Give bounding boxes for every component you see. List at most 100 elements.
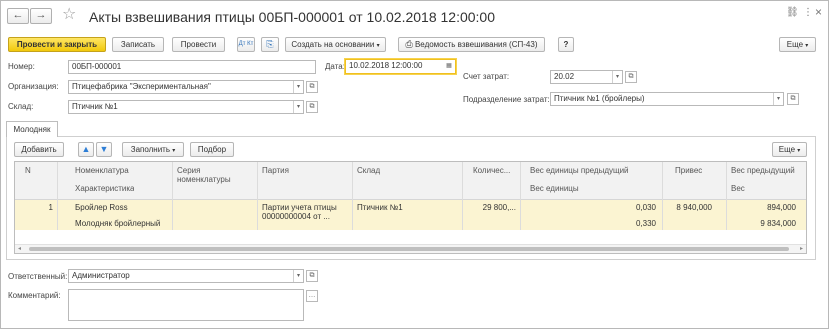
young-stock-table[interactable]: N Номенклатура Характеристика Серия номе… (14, 161, 807, 254)
header-unit-weight-prev[interactable]: Вес единицы предыдущий (530, 166, 629, 175)
close-icon[interactable]: × (815, 5, 822, 19)
horizontal-scrollbar[interactable]: ◂ ▸ (15, 244, 806, 253)
link-icon[interactable]: ⛓ (786, 7, 799, 18)
cost-account-label: Счет затрат: (463, 72, 510, 81)
cost-department-field[interactable]: Птичник №1 (бройлеры) ▾ (550, 92, 784, 106)
header-characteristic[interactable]: Характеристика (75, 184, 134, 193)
header-unit-weight[interactable]: Вес единицы (530, 184, 579, 193)
column-divider (352, 162, 353, 230)
cell-unit-weight-prev: 0,030 (635, 203, 656, 212)
header-warehouse[interactable]: Склад (357, 166, 380, 175)
favorite-star-icon[interactable]: ☆ (62, 5, 76, 25)
page-title: Акты взвешивания птицы 00БП-000001 от 10… (89, 9, 495, 25)
arrow-down-icon[interactable]: ▼ (96, 142, 112, 157)
printer-icon: ⎙ (405, 39, 413, 49)
select-button[interactable]: Подбор (190, 142, 234, 157)
organization-label: Организация: (8, 82, 59, 91)
column-divider (257, 162, 258, 230)
column-divider (57, 162, 58, 230)
cell-weight: 9 834,000 (760, 219, 796, 228)
fill-label: Заполнить (130, 145, 171, 154)
help-button[interactable]: ? (558, 37, 574, 52)
warehouse-label: Склад: (8, 102, 34, 111)
header-batch[interactable]: Партия (262, 166, 289, 175)
header-weight[interactable]: Вес (731, 184, 745, 193)
cell-batch: Партии учета птицы 00000000004 от ... (262, 203, 337, 221)
responsible-label: Ответственный: (8, 272, 68, 281)
arrow-right-icon: → (35, 9, 47, 21)
forward-button[interactable]: → (30, 8, 52, 24)
comment-field[interactable] (68, 289, 304, 321)
warehouse-field[interactable]: Птичник №1 ▾ (68, 100, 304, 114)
more-label: Еще (778, 145, 796, 154)
arrow-up-icon[interactable]: ▲ (78, 142, 94, 157)
chevron-down-icon[interactable]: ▾ (612, 71, 622, 83)
responsible-field[interactable]: Администратор ▾ (68, 269, 304, 283)
save-button[interactable]: Записать (112, 37, 164, 52)
header-quantity[interactable]: Количес... (473, 166, 510, 175)
chevron-down-icon: ▾ (172, 148, 176, 154)
chevron-down-icon[interactable]: ▾ (293, 101, 303, 113)
chevron-down-icon: ▾ (805, 43, 809, 49)
scroll-right-icon[interactable]: ▸ (800, 245, 803, 252)
number-label: Номер: (8, 62, 35, 71)
date-value: 10.02.2018 12:00:00 (349, 61, 423, 70)
more-actions-icon[interactable]: ⋮ (803, 7, 813, 18)
cell-gain: 8 940,000 (676, 203, 712, 212)
post-button[interactable]: Провести (172, 37, 225, 52)
organization-value: Птицефабрика "Экспериментальная" (72, 82, 211, 91)
number-field[interactable]: 00БП-000001 (68, 60, 316, 74)
open-warehouse-icon[interactable]: ⧉ (306, 101, 318, 113)
cost-account-field[interactable]: 20.02 ▾ (550, 70, 623, 84)
header-nomenclature[interactable]: Номенклатура (75, 166, 129, 175)
scroll-left-icon[interactable]: ◂ (18, 245, 21, 252)
chevron-down-icon: ▾ (376, 43, 380, 49)
chevron-down-icon[interactable]: ▾ (293, 270, 303, 282)
add-row-button[interactable]: Добавить (14, 142, 64, 157)
chevron-down-icon: ▾ (797, 148, 801, 154)
chevron-down-icon[interactable]: ▾ (293, 81, 303, 93)
cost-department-value: Птичник №1 (бройлеры) (554, 94, 645, 103)
create-based-label: Создать на основании (291, 40, 375, 49)
comment-expand-icon[interactable]: … (306, 290, 318, 302)
calendar-icon[interactable]: ▦ (443, 60, 455, 73)
open-cost-department-icon[interactable]: ⧉ (787, 93, 799, 105)
cell-characteristic: Молодняк бройлерный (75, 219, 161, 228)
responsible-value: Администратор (72, 271, 130, 280)
warehouse-value: Птичник №1 (72, 102, 118, 111)
dt-kt-icon[interactable]: Дт Кт (237, 37, 255, 52)
scrollbar-thumb[interactable] (29, 247, 789, 251)
date-label: Дата: (325, 62, 345, 71)
cost-account-value: 20.02 (554, 72, 575, 81)
organization-field[interactable]: Птицефабрика "Экспериментальная" ▾ (68, 80, 304, 94)
create-based-on-button[interactable]: Создать на основании ▾ (285, 37, 386, 52)
more-label: Еще (786, 40, 804, 49)
cell-quantity: 29 800,... (482, 203, 516, 212)
column-divider (172, 162, 173, 230)
cell-n: 1 (48, 203, 53, 212)
chevron-down-icon[interactable]: ▾ (773, 93, 783, 105)
column-divider (662, 162, 663, 230)
header-series[interactable]: Серия номенклатуры (177, 166, 255, 184)
open-cost-account-icon[interactable]: ⧉ (625, 71, 637, 83)
cell-weight-prev: 894,000 (767, 203, 796, 212)
arrow-left-icon: ← (12, 9, 24, 21)
open-organization-icon[interactable]: ⧉ (306, 81, 318, 93)
header-gain[interactable]: Привес (675, 166, 702, 175)
date-field[interactable]: 10.02.2018 12:00:00 ▦ (345, 59, 456, 74)
open-responsible-icon[interactable]: ⧉ (306, 270, 318, 282)
fill-button[interactable]: Заполнить ▾ (122, 142, 184, 157)
table-more-button[interactable]: Еще ▾ (772, 142, 807, 157)
post-and-close-button[interactable]: Провести и закрыть (8, 37, 106, 52)
column-divider (462, 162, 463, 230)
structure-icon[interactable]: ⎘ (261, 37, 279, 52)
back-button[interactable]: ← (7, 8, 29, 24)
tab-young-stock[interactable]: Молодняк (6, 121, 58, 137)
cell-unit-weight: 0,330 (635, 219, 656, 228)
header-n[interactable]: N (25, 166, 31, 175)
print-weighing-sheet-button[interactable]: ⎙ Ведомость взвешивания (СП-43) (398, 37, 545, 52)
more-button[interactable]: Еще ▾ (779, 37, 816, 52)
cell-warehouse: Птичник №1 (357, 203, 403, 212)
header-weight-prev[interactable]: Вес предыдущий (731, 166, 795, 175)
comment-label: Комментарий: (8, 291, 61, 300)
